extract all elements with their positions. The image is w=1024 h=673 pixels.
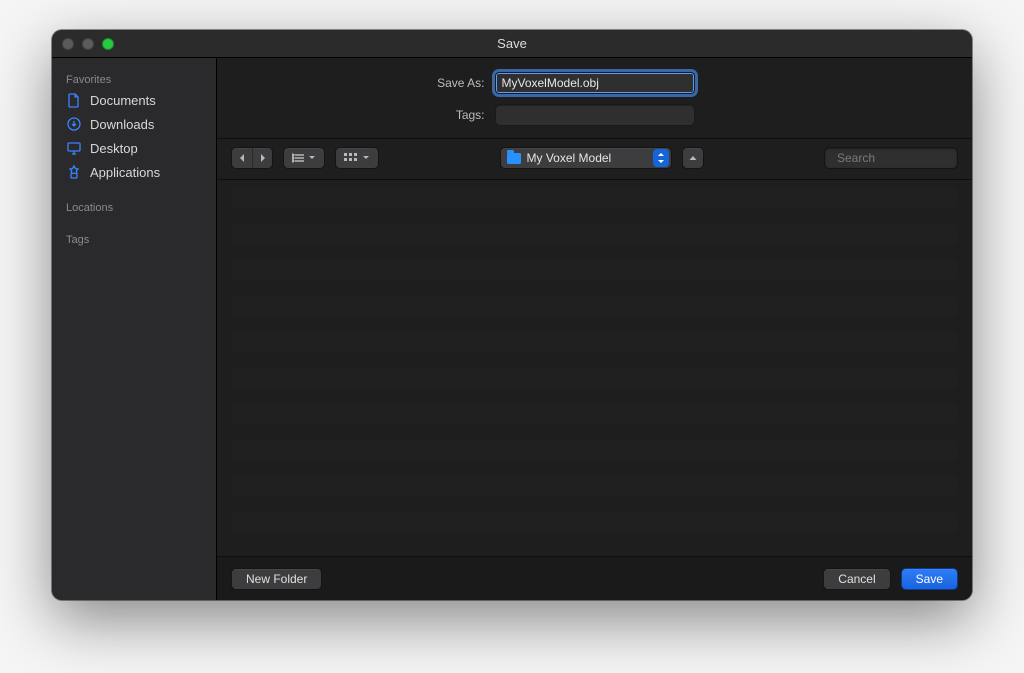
sidebar-item-label: Documents bbox=[90, 93, 156, 108]
file-row-placeholder bbox=[231, 296, 958, 316]
folder-popup-label: My Voxel Model bbox=[527, 151, 612, 165]
window-title: Save bbox=[52, 36, 972, 51]
file-row-placeholder bbox=[231, 224, 958, 244]
sidebar-item-label: Downloads bbox=[90, 117, 154, 132]
zoom-window-button[interactable] bbox=[102, 38, 114, 50]
popup-arrows-icon bbox=[653, 149, 669, 167]
chevron-right-icon bbox=[259, 153, 267, 163]
file-row-placeholder bbox=[231, 476, 958, 496]
sidebar-item-applications[interactable]: Applications bbox=[52, 160, 216, 184]
titlebar: Save bbox=[52, 30, 972, 58]
tags-label: Tags: bbox=[265, 108, 485, 122]
chevron-left-icon bbox=[238, 153, 246, 163]
new-folder-button[interactable]: New Folder bbox=[231, 568, 322, 590]
applications-icon bbox=[66, 164, 82, 180]
file-row-placeholder bbox=[231, 440, 958, 460]
forward-button[interactable] bbox=[252, 148, 272, 168]
file-row-placeholder bbox=[231, 332, 958, 352]
save-dialog-window: Save Favorites Documents Downloads bbox=[52, 30, 972, 600]
chevron-down-icon bbox=[362, 155, 370, 161]
search-input[interactable] bbox=[837, 151, 972, 165]
sidebar-heading-tags: Tags bbox=[52, 228, 216, 248]
file-row-placeholder bbox=[231, 260, 958, 280]
nav-back-forward bbox=[231, 147, 273, 169]
download-icon bbox=[66, 116, 82, 132]
bottom-bar: New Folder Cancel Save bbox=[217, 556, 972, 600]
chevron-down-icon bbox=[308, 155, 316, 161]
sidebar-item-label: Applications bbox=[90, 165, 160, 180]
view-list-control[interactable] bbox=[283, 147, 325, 169]
file-list[interactable] bbox=[217, 180, 972, 556]
close-window-button[interactable] bbox=[62, 38, 74, 50]
view-group-control[interactable] bbox=[335, 147, 379, 169]
file-row-placeholder bbox=[231, 512, 958, 532]
cancel-button[interactable]: Cancel bbox=[823, 568, 890, 590]
save-button[interactable]: Save bbox=[901, 568, 958, 590]
file-row-placeholder bbox=[231, 368, 958, 388]
list-icon bbox=[292, 153, 304, 163]
folder-popup-button[interactable]: My Voxel Model bbox=[500, 147, 672, 169]
sidebar-item-label: Desktop bbox=[90, 141, 138, 156]
main-panel: Save As: Tags: bbox=[217, 58, 972, 600]
sidebar-item-desktop[interactable]: Desktop bbox=[52, 136, 216, 160]
toolbar: My Voxel Model bbox=[217, 139, 972, 180]
search-field[interactable] bbox=[824, 147, 958, 169]
save-as-label: Save As: bbox=[265, 76, 485, 90]
folder-icon bbox=[507, 153, 521, 164]
file-row-placeholder bbox=[231, 188, 958, 208]
grid-icon bbox=[344, 153, 358, 163]
save-form: Save As: Tags: bbox=[217, 58, 972, 139]
file-row-placeholder bbox=[231, 404, 958, 424]
tags-input[interactable] bbox=[495, 104, 695, 126]
traffic-lights bbox=[62, 38, 114, 50]
save-as-input[interactable] bbox=[495, 72, 695, 94]
document-icon bbox=[66, 92, 82, 108]
back-button[interactable] bbox=[232, 148, 252, 168]
sidebar-item-documents[interactable]: Documents bbox=[52, 88, 216, 112]
chevron-up-icon bbox=[688, 154, 698, 162]
minimize-window-button[interactable] bbox=[82, 38, 94, 50]
sidebar: Favorites Documents Downloads Desktop bbox=[52, 58, 217, 600]
sidebar-heading-favorites: Favorites bbox=[52, 68, 216, 88]
sidebar-item-downloads[interactable]: Downloads bbox=[52, 112, 216, 136]
sidebar-heading-locations: Locations bbox=[52, 196, 216, 216]
collapse-button[interactable] bbox=[682, 147, 704, 169]
desktop-icon bbox=[66, 140, 82, 156]
